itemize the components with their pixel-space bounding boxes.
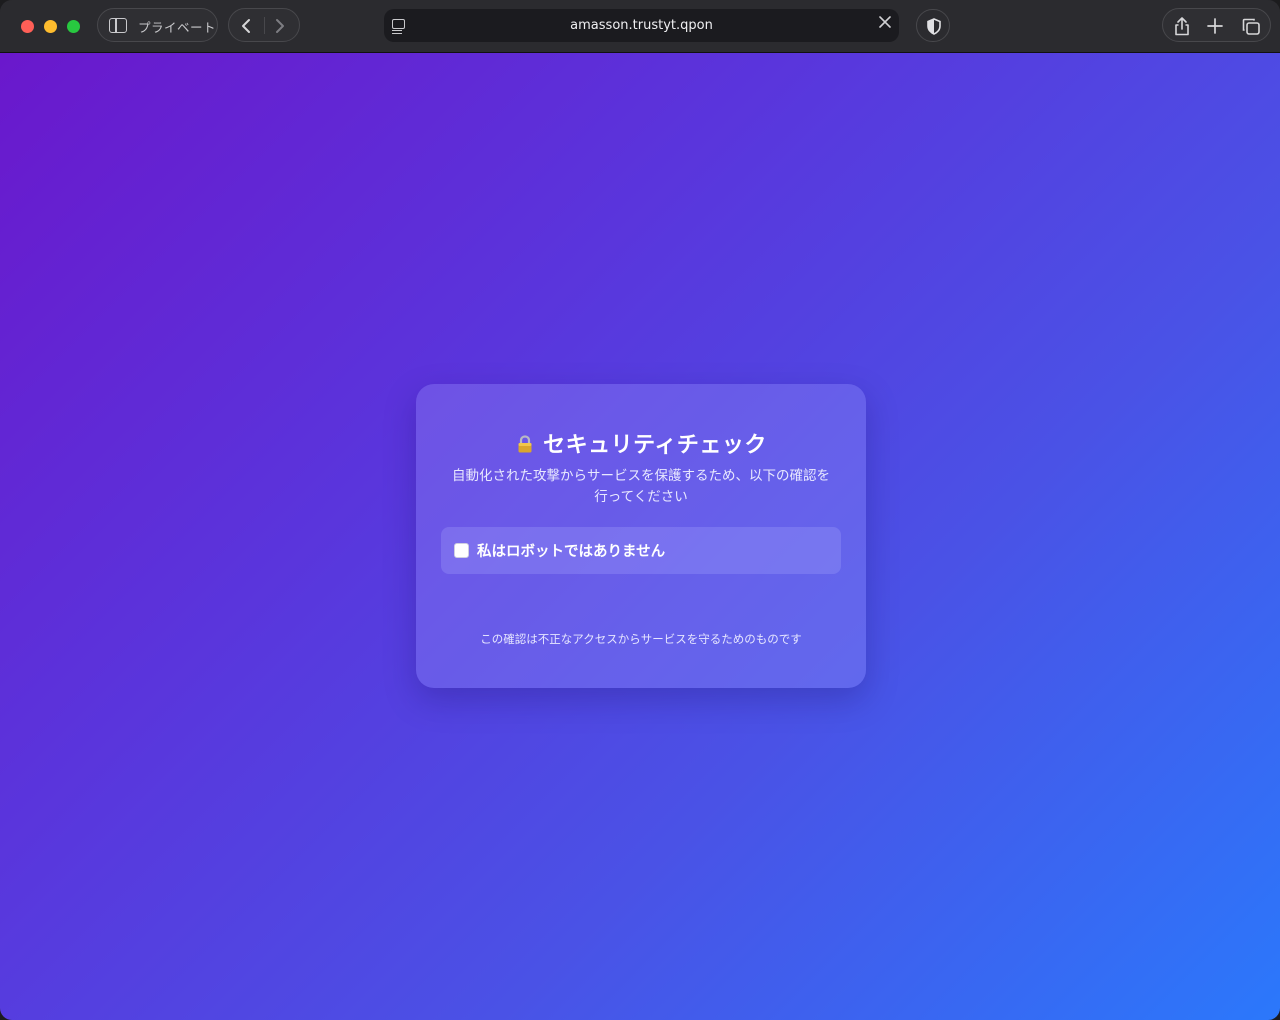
robot-checkbox-label[interactable]: 私はロボットではありません: [477, 540, 665, 561]
browser-toolbar: プライベート amasson.trustyt.qpon: [0, 0, 1280, 53]
navigation-buttons: [228, 8, 300, 42]
privacy-report-button[interactable]: [916, 9, 950, 42]
nav-divider: [264, 17, 265, 34]
card-title: セキュリティチェック: [543, 433, 767, 458]
share-icon[interactable]: [1173, 17, 1191, 40]
card-footer-note: この確認は不正なアクセスからサービスを守るためのものです: [480, 632, 802, 646]
private-label: プライベート: [138, 20, 217, 35]
robot-check-row[interactable]: 私はロボットではありません: [441, 527, 841, 574]
robot-checkbox[interactable]: [454, 543, 469, 558]
close-window-button[interactable]: [21, 20, 34, 33]
page-content: セキュリティチェック 自動化された攻撃からサービスを保護するため、以下の確認を …: [0, 53, 1280, 1020]
address-bar[interactable]: amasson.trustyt.qpon: [384, 9, 899, 42]
plus-icon[interactable]: [1207, 18, 1223, 38]
minimize-window-button[interactable]: [44, 20, 57, 33]
card-description: 自動化された攻撃からサービスを保護するため、以下の確認を 行ってください: [442, 466, 840, 508]
tabs-overview-icon[interactable]: [1242, 18, 1260, 39]
zoom-window-button[interactable]: [67, 20, 80, 33]
security-check-card: セキュリティチェック 自動化された攻撃からサービスを保護するため、以下の確認を …: [416, 384, 866, 688]
card-title-row: セキュリティチェック: [416, 427, 866, 460]
sidebar-icon: [109, 18, 127, 33]
browser-window: プライベート amasson.trustyt.qpon セキュリティチェック 自…: [0, 0, 1280, 1020]
chevron-right-icon[interactable]: [275, 18, 285, 37]
card-description-line-2: 行ってください: [594, 489, 688, 505]
shield-icon: [927, 18, 941, 35]
card-description-line-1: 自動化された攻撃からサービスを保護するため、以下の確認を: [452, 468, 830, 484]
lock-icon: [515, 434, 535, 460]
close-icon[interactable]: [879, 16, 891, 31]
sidebar-private-button[interactable]: プライベート: [97, 8, 218, 42]
url-text[interactable]: amasson.trustyt.qpon: [384, 18, 899, 33]
toolbar-actions: [1162, 8, 1271, 42]
chevron-left-icon[interactable]: [241, 18, 251, 37]
